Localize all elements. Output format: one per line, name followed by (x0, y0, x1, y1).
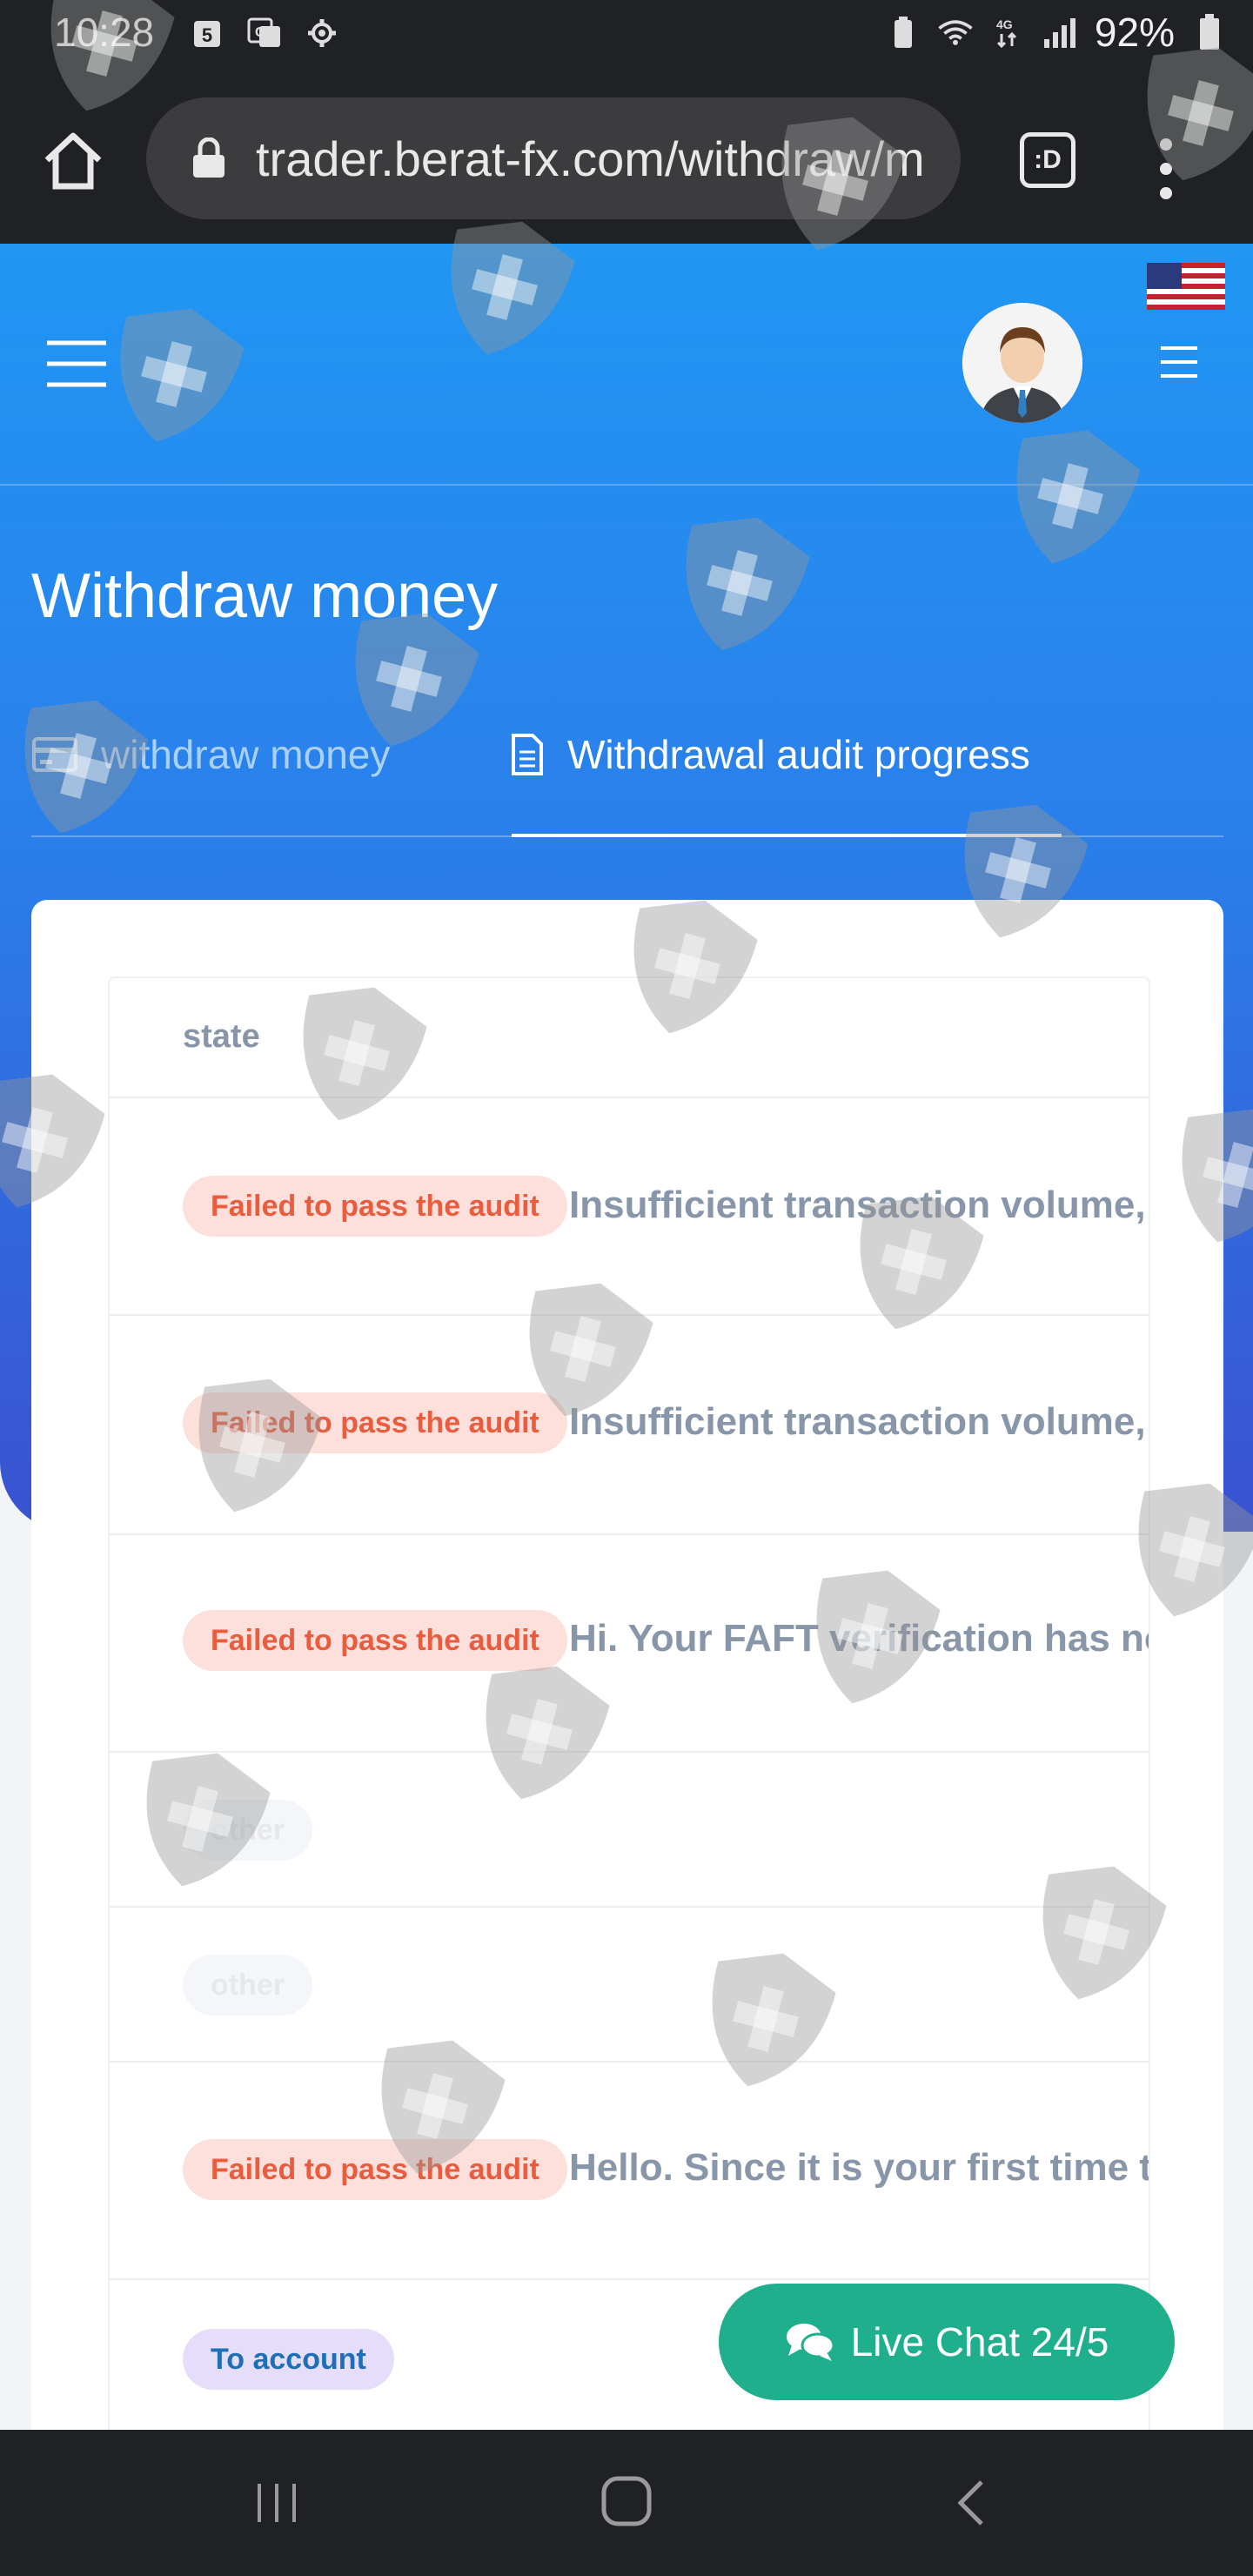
column-header-state: state (183, 1018, 260, 1055)
tab-withdrawal-audit-progress[interactable]: Withdrawal audit progress (510, 731, 1030, 778)
status-reason: Insufficient transaction volume, u (569, 1400, 1149, 1443)
table-row[interactable]: Failed to pass the audit Hello. Since it… (110, 2063, 1149, 2280)
settings-gear-icon (305, 16, 339, 50)
status-reason: Insufficient transaction volume, u (569, 1184, 1149, 1226)
page-title: Withdraw money (31, 561, 499, 631)
status-badge: Failed to pass the audit (183, 1610, 567, 1671)
wifi-icon (938, 15, 973, 50)
credit-card-icon (32, 737, 77, 772)
status-badge: To account (183, 2329, 394, 2390)
system-navigation-bar (0, 2430, 1253, 2576)
browser-toolbar: trader.berat-fx.com/withdraw/m :D (0, 73, 1253, 244)
url-text: trader.berat-fx.com/withdraw/m (256, 131, 925, 186)
status-badge: Failed to pass the audit (183, 1392, 567, 1453)
tab-withdraw-money[interactable]: withdraw money (31, 731, 390, 778)
menu-icon[interactable] (1159, 345, 1199, 379)
live-chat-button[interactable]: Live Chat 24/5 (719, 2284, 1175, 2400)
lock-icon (190, 137, 228, 179)
user-avatar[interactable] (962, 303, 1082, 423)
sidebar-menu-icon[interactable] (45, 338, 108, 390)
table-row[interactable]: other (110, 1753, 1149, 1908)
status-reason: Hi. Your FAFT verification has no (569, 1617, 1149, 1660)
table-header: state (110, 978, 1149, 1098)
tab-switcher-button[interactable]: :D (1020, 132, 1075, 188)
translate-icon: G (247, 16, 282, 50)
chat-bubbles-icon (786, 2324, 835, 2361)
svg-text:5: 5 (202, 24, 212, 46)
tab-label: Withdrawal audit progress (567, 732, 1030, 777)
live-chat-label: Live Chat 24/5 (850, 2319, 1109, 2365)
url-bar[interactable]: trader.berat-fx.com/withdraw/m (146, 97, 961, 219)
svg-text:G: G (255, 25, 265, 40)
back-icon[interactable] (954, 2479, 988, 2527)
signal-icon (1042, 15, 1077, 50)
table-row[interactable]: Failed to pass the audit Hi. Your FAFT v… (110, 1535, 1149, 1753)
table-row[interactable]: Failed to pass the audit Insufficient tr… (110, 1316, 1149, 1535)
mobile-data-icon: 4G (990, 15, 1025, 50)
svg-text:4G: 4G (996, 17, 1013, 31)
status-badge: Failed to pass the audit (183, 1176, 567, 1237)
recent-apps-icon[interactable] (252, 2479, 301, 2527)
status-badge: other (183, 1800, 312, 1861)
us-flag-icon[interactable] (1147, 263, 1225, 310)
battery-saver-icon (886, 15, 921, 50)
more-options-icon[interactable] (1157, 134, 1175, 204)
divider (0, 484, 1253, 486)
status-badge: other (183, 1955, 312, 2016)
status-time: 10:28 (54, 10, 155, 55)
calendar-icon: 5 (190, 16, 224, 50)
audit-progress-card: state Failed to pass the audit Insuffici… (31, 900, 1223, 2519)
status-badge: Failed to pass the audit (183, 2139, 567, 2200)
table-row[interactable]: Failed to pass the audit Insufficient tr… (110, 1098, 1149, 1316)
table-row[interactable]: other (110, 1908, 1149, 2063)
status-reason: Hello. Since it is your first time to (569, 2146, 1149, 2189)
active-tab-indicator (512, 834, 1062, 837)
battery-percent: 92% (1094, 10, 1175, 55)
tab-label: withdraw money (101, 732, 391, 777)
home-nav-icon[interactable] (600, 2473, 653, 2529)
status-bar: 10:28 5 G 4G 92% (0, 0, 1253, 73)
document-icon (512, 734, 543, 775)
battery-icon (1192, 14, 1227, 50)
home-icon[interactable] (40, 127, 106, 193)
